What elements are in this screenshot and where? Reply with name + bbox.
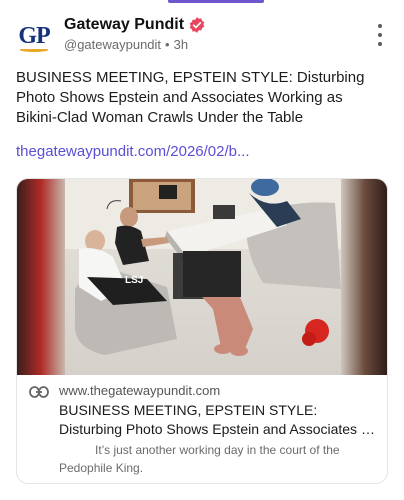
more-options-icon[interactable] xyxy=(372,24,388,46)
link-preview-title-line-1: BUSINESS MEETING, EPSTEIN STYLE: xyxy=(59,402,318,418)
image-caption: LSJ xyxy=(125,275,143,286)
verified-badge-icon xyxy=(189,17,205,33)
link-preview-meta: www.thegatewaypundit.com BUSINESS MEETIN… xyxy=(17,375,387,483)
link-preview-card[interactable]: LSJ www.thegatewaypundit.com BUSINESS ME… xyxy=(16,178,388,484)
link-preview-title: BUSINESS MEETING, EPSTEIN STYLE: Disturb… xyxy=(59,401,381,439)
avatar-logo-text: GP xyxy=(18,22,50,49)
link-preview-description-line-2: Pedophile King. xyxy=(59,461,144,475)
link-preview-title-line-2: Disturbing Photo Shows Epstein and Assoc… xyxy=(59,421,381,437)
post-text: BUSINESS MEETING, EPSTEIN STYLE: Disturb… xyxy=(16,69,365,126)
link-preview-domain: www.thegatewaypundit.com xyxy=(59,383,221,398)
post-link[interactable]: thegatewaypundit.com/2026/02/b... xyxy=(16,142,386,162)
photo-illustration: LSJ xyxy=(17,179,387,375)
display-name[interactable]: Gateway Pundit xyxy=(64,16,184,34)
avatar-swoosh xyxy=(20,48,48,52)
separator: • xyxy=(165,37,170,52)
avatar[interactable]: GP xyxy=(16,18,52,54)
handle[interactable]: @gatewaypundit xyxy=(64,37,161,52)
link-preview-description: It’s just another working day in the cou… xyxy=(59,441,381,477)
account-info: Gateway Pundit @gatewaypundit • 3h xyxy=(64,14,206,52)
active-tab-indicator xyxy=(168,0,264,3)
post-header: GP Gateway Pundit @gatewaypundit • 3h xyxy=(16,14,388,58)
timestamp[interactable]: 3h xyxy=(174,37,188,52)
link-preview-image: LSJ xyxy=(17,179,387,375)
link-preview-description-line-1: It’s just another working day in the cou… xyxy=(95,443,340,457)
link-icon xyxy=(29,386,49,398)
